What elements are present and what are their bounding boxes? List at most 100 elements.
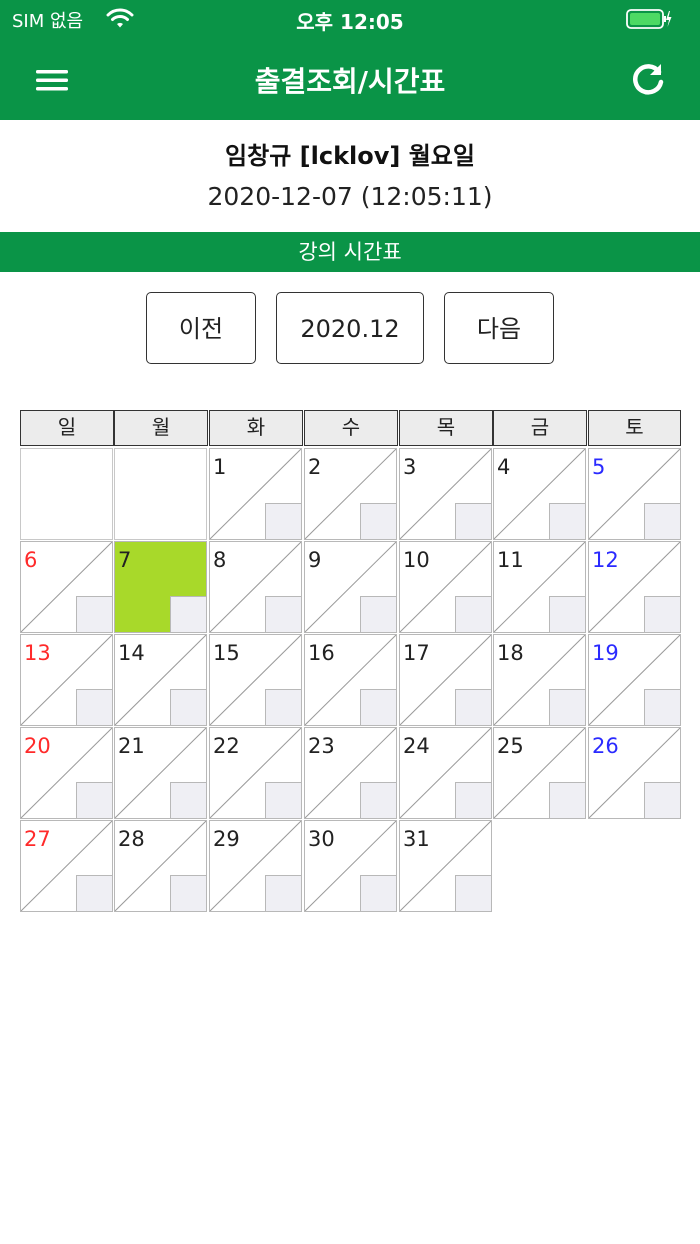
weekday-header: 일 — [20, 410, 114, 446]
day-corner-box — [549, 782, 585, 818]
calendar-day-cell[interactable]: 14 — [114, 634, 207, 726]
day-corner-box — [549, 689, 585, 725]
day-number: 31 — [403, 827, 430, 851]
day-number: 17 — [403, 641, 430, 665]
day-corner-box — [644, 596, 680, 632]
day-number: 27 — [24, 827, 51, 851]
calendar-day-cell[interactable]: 8 — [209, 541, 302, 633]
calendar-day-cell[interactable]: 3 — [399, 448, 492, 540]
calendar-day-cell[interactable]: 21 — [114, 727, 207, 819]
calendar-day-cell[interactable]: 25 — [493, 727, 586, 819]
weekday-header: 토 — [588, 410, 681, 446]
calendar-day-cell[interactable]: 1 — [209, 448, 302, 540]
empty-day-cell — [114, 448, 207, 540]
current-month-button[interactable]: 2020.12 — [276, 292, 424, 364]
calendar-day-cell[interactable]: 12 — [588, 541, 681, 633]
next-month-button[interactable]: 다음 — [444, 292, 554, 364]
empty-day-cell — [20, 448, 113, 540]
day-number: 16 — [308, 641, 335, 665]
day-number: 18 — [497, 641, 524, 665]
calendar-day-cell[interactable]: 19 — [588, 634, 681, 726]
day-number: 6 — [24, 548, 38, 572]
day-number: 23 — [308, 734, 335, 758]
day-corner-box — [170, 596, 206, 632]
battery-icon — [626, 9, 672, 29]
day-corner-box — [455, 782, 491, 818]
day-corner-box — [455, 875, 491, 911]
day-corner-box — [360, 782, 396, 818]
calendar-day-cell[interactable]: 2 — [304, 448, 397, 540]
day-number: 14 — [118, 641, 145, 665]
calendar-day-cell[interactable]: 18 — [493, 634, 586, 726]
current-datetime: 2020-12-07 (12:05:11) — [207, 182, 493, 211]
user-info: 임창규 [lcklov] 월요일 — [225, 142, 475, 170]
day-number: 21 — [118, 734, 145, 758]
day-number: 20 — [24, 734, 51, 758]
calendar-day-cell[interactable]: 27 — [20, 820, 113, 912]
calendar-day-cell[interactable]: 9 — [304, 541, 397, 633]
day-corner-box — [170, 689, 206, 725]
calendar-day-cell[interactable]: 13 — [20, 634, 113, 726]
day-corner-box — [360, 503, 396, 539]
calendar-day-cell[interactable]: 4 — [493, 448, 586, 540]
day-corner-box — [644, 503, 680, 539]
day-number: 9 — [308, 548, 322, 572]
day-number: 11 — [497, 548, 524, 572]
calendar-day-cell[interactable]: 30 — [304, 820, 397, 912]
day-corner-box — [455, 689, 491, 725]
day-number: 1 — [213, 455, 227, 479]
weekday-header: 목 — [399, 410, 493, 446]
clock-time: 오후 12:05 — [296, 10, 404, 34]
day-corner-box — [76, 689, 112, 725]
calendar-day-cell[interactable]: 6 — [20, 541, 113, 633]
day-number: 5 — [592, 455, 606, 479]
calendar-day-cell[interactable]: 28 — [114, 820, 207, 912]
day-number: 28 — [118, 827, 145, 851]
weekday-header: 월 — [114, 410, 208, 446]
day-number: 15 — [213, 641, 240, 665]
page-title: 출결조회/시간표 — [254, 65, 446, 98]
day-corner-box — [360, 875, 396, 911]
calendar-day-cell[interactable]: 22 — [209, 727, 302, 819]
day-corner-box — [265, 596, 301, 632]
day-corner-box — [170, 875, 206, 911]
day-number: 12 — [592, 548, 619, 572]
calendar-day-cell[interactable]: 23 — [304, 727, 397, 819]
day-corner-box — [265, 782, 301, 818]
day-number: 29 — [213, 827, 240, 851]
day-corner-box — [549, 503, 585, 539]
day-corner-box — [76, 875, 112, 911]
day-number: 4 — [497, 455, 511, 479]
day-corner-box — [549, 596, 585, 632]
calendar-day-cell[interactable]: 24 — [399, 727, 492, 819]
calendar-day-cell[interactable]: 10 — [399, 541, 492, 633]
calendar-day-cell[interactable]: 29 — [209, 820, 302, 912]
calendar-day-cell[interactable]: 11 — [493, 541, 586, 633]
day-number: 30 — [308, 827, 335, 851]
prev-month-button[interactable]: 이전 — [146, 292, 256, 364]
calendar-day-cell[interactable]: 31 — [399, 820, 492, 912]
refresh-icon[interactable] — [628, 60, 668, 100]
calendar-day-cell[interactable]: 20 — [20, 727, 113, 819]
day-corner-box — [644, 689, 680, 725]
day-corner-box — [455, 596, 491, 632]
section-header: 강의 시간표 — [0, 232, 700, 272]
day-number: 8 — [213, 548, 227, 572]
day-number: 22 — [213, 734, 240, 758]
day-number: 19 — [592, 641, 619, 665]
day-corner-box — [265, 875, 301, 911]
day-number: 2 — [308, 455, 322, 479]
calendar-day-cell[interactable]: 16 — [304, 634, 397, 726]
weekday-header: 화 — [209, 410, 303, 446]
status-bar: SIM 없음 오후 12:05 — [0, 0, 700, 40]
calendar-day-cell[interactable]: 26 — [588, 727, 681, 819]
day-corner-box — [360, 689, 396, 725]
calendar-day-cell[interactable]: 5 — [588, 448, 681, 540]
day-number: 24 — [403, 734, 430, 758]
calendar-day-cell[interactable]: 7 — [114, 541, 207, 633]
nav-bar: 출결조회/시간표 — [0, 40, 700, 120]
calendar-day-cell[interactable]: 17 — [399, 634, 492, 726]
calendar-day-cell[interactable]: 15 — [209, 634, 302, 726]
day-number: 13 — [24, 641, 51, 665]
day-number: 10 — [403, 548, 430, 572]
